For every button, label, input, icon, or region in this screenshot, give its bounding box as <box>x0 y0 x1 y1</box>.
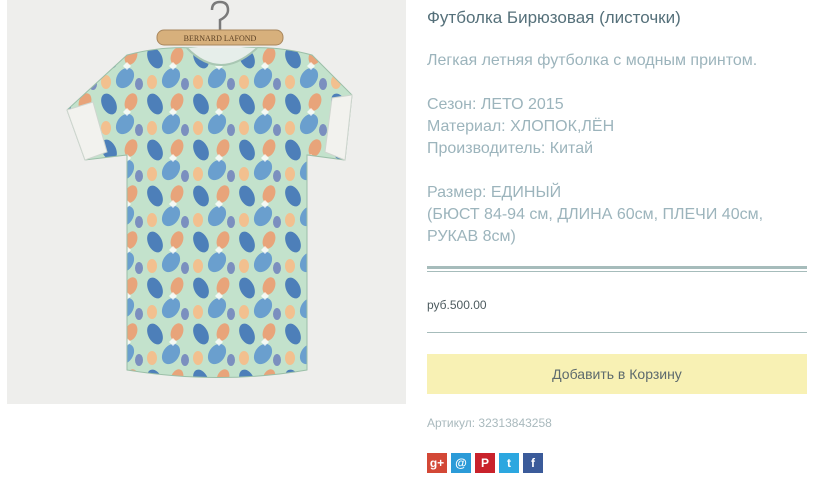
product-title: Футболка Бирюзовая (листочки) <box>427 8 681 27</box>
twitter-icon[interactable]: t <box>499 453 519 473</box>
product-specs: Сезон: ЛЕТО 2015 Материал: ХЛОПОК,ЛЁН Пр… <box>427 94 763 248</box>
divider <box>427 332 807 333</box>
hanger-label: BERNARD LAFOND <box>184 34 257 43</box>
product-price: руб.500.00 <box>427 298 487 312</box>
divider <box>427 266 807 272</box>
spec-size-details-2: РУКАВ 8см) <box>427 228 516 245</box>
spec-material: Материал: ХЛОПОК,ЛЁН <box>427 118 615 135</box>
mail-ru-icon[interactable]: @ <box>451 453 471 473</box>
product-image[interactable]: BERNARD LAFOND <box>7 0 406 404</box>
add-to-cart-button[interactable]: Добавить в Корзину <box>427 354 807 394</box>
spec-season: Сезон: ЛЕТО 2015 <box>427 96 564 113</box>
social-share-bar: g+ @ P t f <box>427 453 543 473</box>
product-description: Легкая летняя футболка с модным принтом. <box>427 52 758 69</box>
pinterest-icon[interactable]: P <box>475 453 495 473</box>
facebook-icon[interactable]: f <box>523 453 543 473</box>
product-sku: Артикул: 32313843258 <box>427 416 552 430</box>
google-plus-icon[interactable]: g+ <box>427 453 447 473</box>
spec-manufacturer: Производитель: Китай <box>427 140 594 157</box>
spec-size-details: (БЮСТ 84-94 см, ДЛИНА 60см, ПЛЕЧИ 40см, <box>427 206 764 223</box>
spec-size: Размер: ЕДИНЫЙ <box>427 184 562 201</box>
tshirt-illustration: BERNARD LAFOND <box>66 0 353 378</box>
